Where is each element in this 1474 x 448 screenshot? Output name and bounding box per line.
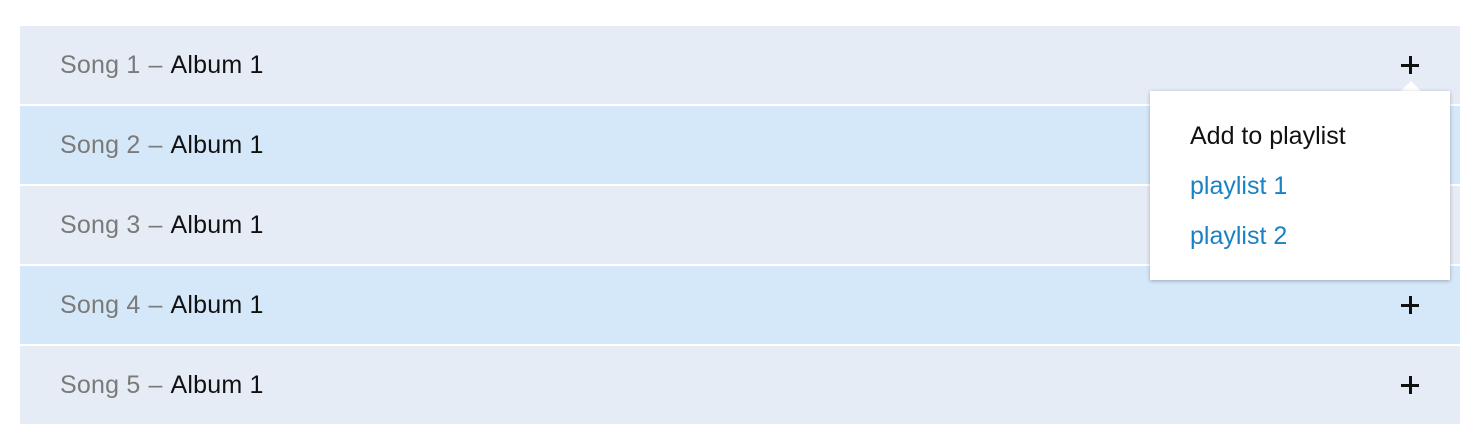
add-to-playlist-popover: Add to playlist playlist 1 playlist 2 xyxy=(1150,91,1450,280)
separator: – xyxy=(148,50,163,79)
popover-arrow xyxy=(1401,81,1421,91)
separator: – xyxy=(148,290,163,319)
song-title: Song 4 xyxy=(60,290,141,319)
song-title: Song 3 xyxy=(60,210,141,239)
add-to-playlist-button[interactable] xyxy=(1398,293,1422,317)
song-title: Song 1 xyxy=(60,50,141,79)
separator: – xyxy=(148,370,163,399)
album-name: Album 1 xyxy=(170,290,264,319)
song-label: Song 4– Album 1 xyxy=(20,291,264,320)
song-label: Song 5– Album 1 xyxy=(20,371,264,400)
song-title: Song 2 xyxy=(60,130,141,159)
playlist-option-1[interactable]: playlist 1 xyxy=(1190,169,1450,219)
add-to-playlist-button[interactable] xyxy=(1398,53,1422,77)
album-name: Album 1 xyxy=(170,130,264,159)
song-row-5: Song 5– Album 1 xyxy=(20,346,1460,424)
playlist-option-2[interactable]: playlist 2 xyxy=(1190,219,1450,269)
song-title: Song 5 xyxy=(60,370,141,399)
album-name: Album 1 xyxy=(170,370,264,399)
separator: – xyxy=(148,210,163,239)
album-name: Album 1 xyxy=(170,50,264,79)
song-label: Song 2– Album 1 xyxy=(20,131,264,160)
separator: – xyxy=(148,130,163,159)
popover-title: Add to playlist xyxy=(1190,122,1346,150)
add-to-playlist-button[interactable] xyxy=(1398,373,1422,397)
album-name: Album 1 xyxy=(170,210,264,239)
song-label: Song 1– Album 1 xyxy=(20,51,264,80)
song-label: Song 3– Album 1 xyxy=(20,211,264,240)
